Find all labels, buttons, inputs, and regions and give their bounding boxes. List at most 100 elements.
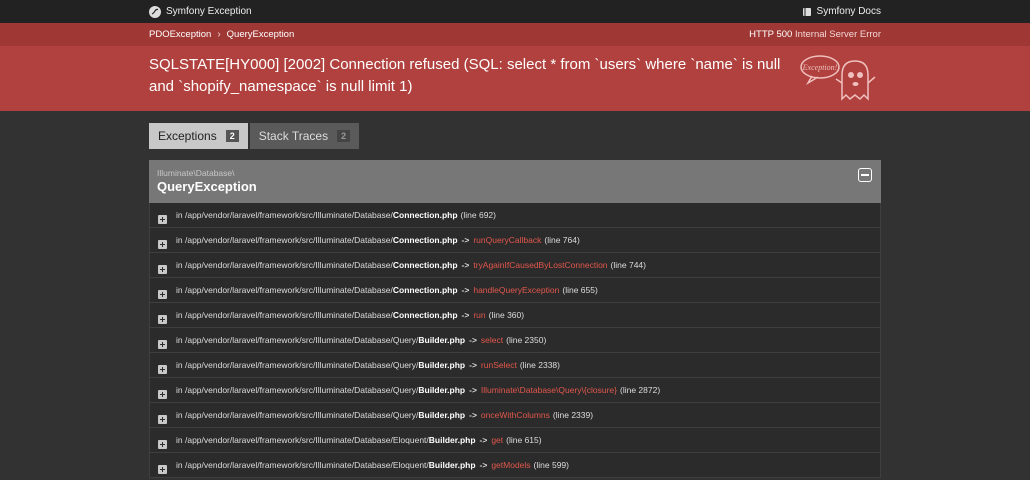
trace-line-number: (line 744): [610, 260, 646, 270]
exception-panel: Illuminate\Database\ QueryException in /…: [149, 160, 881, 478]
collapse-toggle-icon[interactable]: [858, 168, 872, 182]
trace-path: in /app/vendor/laravel/framework/src/Ill…: [176, 210, 393, 220]
trace-arrow: ->: [461, 235, 470, 245]
expand-plus-icon[interactable]: [158, 314, 167, 324]
expand-plus-icon[interactable]: [158, 239, 167, 249]
expand-plus-icon[interactable]: [158, 214, 167, 224]
trace-path: in /app/vendor/laravel/framework/src/Ill…: [176, 285, 393, 295]
trace-path: in /app/vendor/laravel/framework/src/Ill…: [176, 410, 419, 420]
expand-plus-icon[interactable]: [158, 264, 167, 274]
trace-file: Builder.php: [418, 385, 466, 395]
breadcrumb-item-queryexception[interactable]: QueryException: [227, 29, 295, 40]
trace-function: get: [491, 435, 504, 445]
trace-arrow: ->: [479, 460, 488, 470]
trace-path: in /app/vendor/laravel/framework/src/Ill…: [176, 235, 393, 245]
exception-message: SQLSTATE[HY000] [2002] Connection refuse…: [149, 56, 781, 95]
trace-path: in /app/vendor/laravel/framework/src/Ill…: [176, 260, 393, 270]
tab-stack-traces[interactable]: Stack Traces 2: [249, 123, 360, 149]
ghost-icon: Exception!: [800, 55, 876, 101]
trace-path: in /app/vendor/laravel/framework/src/Ill…: [176, 335, 419, 345]
symfony-docs-link[interactable]: Symfony Docs: [802, 6, 881, 17]
trace-row[interactable]: in /app/vendor/laravel/framework/src/Ill…: [149, 353, 881, 378]
trace-row[interactable]: in /app/vendor/laravel/framework/src/Ill…: [149, 453, 881, 478]
trace-file: Connection.php: [392, 285, 458, 295]
trace-file: Builder.php: [428, 460, 476, 470]
trace-path: in /app/vendor/laravel/framework/src/Ill…: [176, 385, 419, 395]
trace-row[interactable]: in /app/vendor/laravel/framework/src/Ill…: [149, 428, 881, 453]
expand-plus-icon[interactable]: [158, 389, 167, 399]
expand-plus-icon[interactable]: [158, 289, 167, 299]
top-bar: Symfony Exception Symfony Docs: [0, 0, 1030, 23]
trace-arrow: ->: [461, 310, 470, 320]
status-text: Internal Server Error: [794, 29, 881, 40]
trace-function: run: [473, 310, 486, 320]
trace-arrow: ->: [461, 260, 470, 270]
trace-line-number: (line 2872): [619, 385, 661, 395]
exception-panel-header[interactable]: Illuminate\Database\ QueryException: [149, 160, 881, 203]
trace-line-number: (line 2339): [552, 410, 594, 420]
trace-function: getModels: [491, 460, 531, 470]
expand-plus-icon[interactable]: [158, 464, 167, 474]
breadcrumb-item-pdoexception[interactable]: PDOException: [149, 29, 211, 40]
trace-arrow: ->: [469, 335, 477, 345]
trace-arrow: ->: [469, 360, 477, 370]
trace-file: Connection.php: [392, 310, 458, 320]
tab-exceptions[interactable]: Exceptions 2: [149, 123, 248, 149]
tab-count-badge: 2: [337, 130, 351, 142]
trace-function: handleQueryException: [473, 285, 560, 295]
trace-row[interactable]: in /app/vendor/laravel/framework/src/Ill…: [149, 403, 881, 428]
docs-label: Symfony Docs: [816, 6, 881, 17]
expand-plus-icon[interactable]: [158, 339, 167, 349]
trace-row[interactable]: in /app/vendor/laravel/framework/src/Ill…: [149, 203, 881, 228]
exception-header: PDOException › QueryException HTTP 500 I…: [0, 23, 1030, 111]
trace-row[interactable]: in /app/vendor/laravel/framework/src/Ill…: [149, 303, 881, 328]
trace-path: in /app/vendor/laravel/framework/src/Ill…: [176, 310, 393, 320]
tab-label: Exceptions: [158, 129, 217, 143]
trace-line-number: (line 764): [544, 235, 580, 245]
trace-arrow: ->: [461, 285, 470, 295]
chevron-right-icon: ›: [217, 29, 221, 40]
symfony-brand[interactable]: Symfony Exception: [149, 5, 252, 18]
trace-row[interactable]: in /app/vendor/laravel/framework/src/Ill…: [149, 228, 881, 253]
symfony-logo-icon: [149, 5, 161, 18]
expand-plus-icon[interactable]: [158, 439, 167, 449]
trace-function: tryAgainIfCausedByLostConnection: [473, 260, 608, 270]
trace-arrow: ->: [469, 410, 477, 420]
exception-namespace: Illuminate\Database\: [157, 168, 235, 178]
trace-line-number: (line 615): [506, 435, 542, 445]
trace-file: Builder.php: [428, 435, 476, 445]
breadcrumb-bar: PDOException › QueryException HTTP 500 I…: [0, 23, 1030, 46]
http-status: HTTP 500 Internal Server Error: [749, 29, 881, 40]
trace-arrow: ->: [469, 385, 477, 395]
ghost-speech-text: Exception!: [802, 63, 838, 72]
trace-file: Builder.php: [418, 335, 466, 345]
trace-line-number: (line 2338): [519, 360, 560, 370]
trace-file: Builder.php: [418, 410, 466, 420]
trace-arrow: ->: [479, 435, 488, 445]
brand-label: Symfony Exception: [166, 6, 252, 17]
trace-line-number: (line 360): [488, 310, 525, 320]
trace-function: Illuminate\Database\Query\{closure}: [480, 385, 617, 395]
tab-label: Stack Traces: [258, 129, 329, 143]
trace-line-number: (line 655): [562, 285, 598, 295]
exception-class: QueryException: [157, 179, 257, 194]
trace-row[interactable]: in /app/vendor/laravel/framework/src/Ill…: [149, 278, 881, 303]
trace-function: select: [480, 335, 504, 345]
trace-line-number: (line 2350): [506, 335, 547, 345]
trace-file: Connection.php: [392, 235, 458, 245]
trace-file: Connection.php: [392, 210, 458, 220]
status-code: HTTP 500: [749, 29, 793, 40]
tab-count-badge: 2: [225, 130, 239, 142]
trace-row[interactable]: in /app/vendor/laravel/framework/src/Ill…: [149, 378, 881, 403]
trace-function: onceWithColumns: [480, 410, 550, 420]
trace-row[interactable]: in /app/vendor/laravel/framework/src/Ill…: [149, 253, 881, 278]
expand-plus-icon[interactable]: [158, 414, 167, 424]
trace-row[interactable]: in /app/vendor/laravel/framework/src/Ill…: [149, 328, 881, 353]
trace-line-number: (line 599): [533, 460, 569, 470]
trace-path: in /app/vendor/laravel/framework/src/Ill…: [176, 360, 419, 370]
expand-plus-icon[interactable]: [158, 364, 167, 374]
breadcrumb: PDOException › QueryException: [149, 29, 294, 40]
trace-file: Connection.php: [392, 260, 458, 270]
trace-path: in /app/vendor/laravel/framework/src/Ill…: [176, 460, 429, 470]
trace-file: Builder.php: [418, 360, 466, 370]
